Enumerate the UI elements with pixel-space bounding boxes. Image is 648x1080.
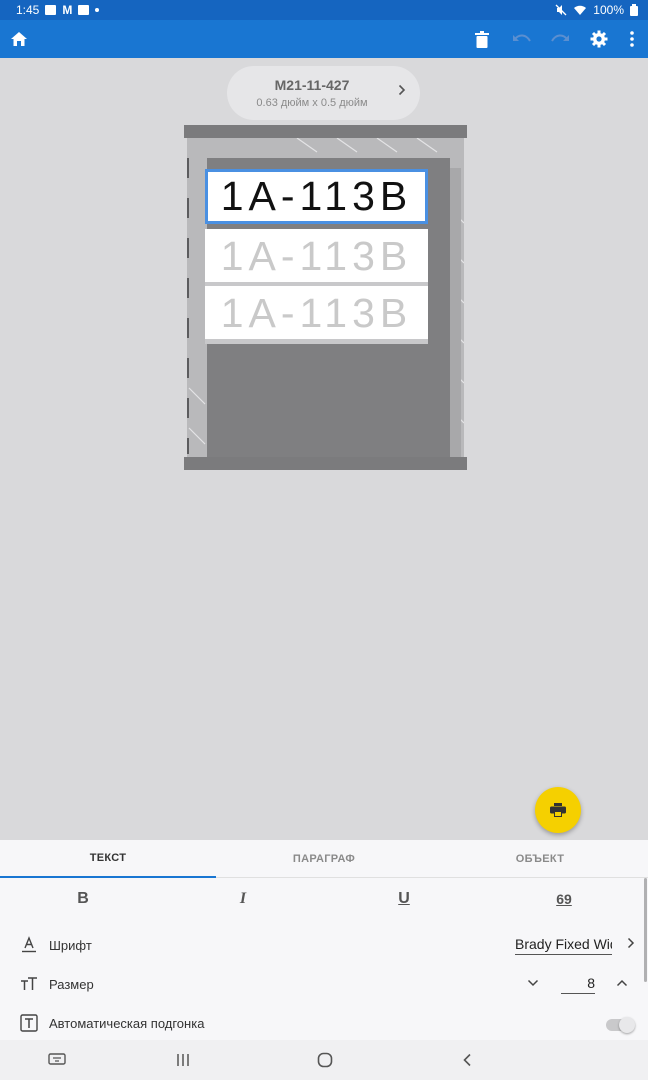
size-label: Размер xyxy=(49,977,94,992)
home-icon xyxy=(11,32,27,46)
trash-icon xyxy=(475,30,489,48)
sleeve-text: 1A-113B xyxy=(220,173,413,219)
keyboard-icon xyxy=(48,1053,66,1065)
sleeve-label-3[interactable]: 1A-113B xyxy=(205,286,428,341)
size-input[interactable]: 8 xyxy=(561,975,595,994)
chevron-right-icon xyxy=(627,937,635,949)
font-icon xyxy=(22,936,36,953)
home-circle-icon xyxy=(317,1052,333,1068)
print-icon xyxy=(550,803,566,817)
chevron-right-icon xyxy=(398,84,406,96)
image-icon xyxy=(78,5,90,15)
settings-button[interactable] xyxy=(581,20,617,58)
size-row: Размер 8 xyxy=(0,965,648,1003)
system-nav-bar xyxy=(0,1040,648,1080)
overflow-menu-button[interactable] xyxy=(614,20,648,58)
gear-icon xyxy=(590,30,608,48)
status-time: 1:45 xyxy=(16,3,40,17)
autofit-icon xyxy=(20,1014,38,1032)
recents-button[interactable] xyxy=(171,1049,195,1071)
scrollbar[interactable] xyxy=(644,878,647,982)
mute-icon xyxy=(555,4,567,16)
keyboard-toggle-button[interactable] xyxy=(45,1049,69,1071)
more-vert-icon xyxy=(630,31,634,47)
battery-icon xyxy=(630,4,638,16)
toggle-knob xyxy=(619,1017,635,1033)
chevron-up-icon[interactable] xyxy=(616,979,628,987)
battery-percent: 100% xyxy=(593,3,624,17)
notification-dot-icon xyxy=(95,8,100,12)
autofit-toggle[interactable] xyxy=(606,1017,635,1033)
font-label: Шрифт xyxy=(49,938,92,953)
redo-button[interactable] xyxy=(542,20,578,58)
back-button[interactable] xyxy=(455,1049,479,1071)
sleeve-label-2[interactable]: 1A-113B xyxy=(205,229,428,284)
sleeve-divider xyxy=(205,339,428,344)
underline-button[interactable]: U xyxy=(389,888,419,910)
sleeve-label-1[interactable]: 1A-113B xyxy=(205,169,428,224)
status-bar: 1:45 M 100% xyxy=(0,0,648,20)
italic-button[interactable]: I xyxy=(228,888,258,910)
serialize-button[interactable]: 69 xyxy=(549,888,579,910)
cartridge-side-strip xyxy=(449,168,461,463)
tab-paragraph[interactable]: ПАРАГРАФ xyxy=(216,840,432,878)
chevron-down-icon[interactable] xyxy=(527,979,539,987)
home-button[interactable] xyxy=(1,20,37,58)
autofit-row: Автоматическая подгонка xyxy=(0,1004,648,1042)
home-nav-button[interactable] xyxy=(313,1049,337,1071)
tab-object[interactable]: ОБЪЕКТ xyxy=(432,840,648,878)
delete-button[interactable] xyxy=(464,20,500,58)
gmail-icon: M xyxy=(62,3,73,17)
recents-icon xyxy=(177,1054,189,1066)
bold-button[interactable]: B xyxy=(68,888,98,910)
tab-bar: ТЕКСТ ПАРАГРАФ ОБЪЕКТ xyxy=(0,840,648,878)
label-name: M21-11-427 xyxy=(274,77,350,93)
back-icon xyxy=(463,1053,471,1067)
undo-button[interactable] xyxy=(504,20,540,58)
formatting-toolbar: B I U 69 xyxy=(0,878,648,920)
label-selector[interactable]: M21-11-427 0.63 дюйм x 0.5 дюйм xyxy=(227,66,420,120)
autofit-label: Автоматическая подгонка xyxy=(49,1016,205,1031)
text-size-icon xyxy=(21,977,37,990)
sleeve-text: 1A-113B xyxy=(220,233,413,279)
label-cartridge-preview: 1A-113B 1A-113B 1A-113B xyxy=(184,125,467,470)
label-dimensions: 0.63 дюйм x 0.5 дюйм xyxy=(256,97,368,109)
wifi-icon xyxy=(574,5,587,15)
cartridge-top-bar xyxy=(184,125,467,138)
cartridge-bottom-bar xyxy=(184,457,467,470)
gallery-icon xyxy=(45,5,57,15)
app-bar xyxy=(0,20,648,58)
font-value[interactable]: Brady Fixed Width xyxy=(515,936,612,955)
sleeve-text: 1A-113B xyxy=(220,290,413,336)
redo-icon xyxy=(551,34,569,42)
properties-panel: ТЕКСТ ПАРАГРАФ ОБЪЕКТ B I U 69 Шрифт Bra… xyxy=(0,840,648,1040)
print-button[interactable] xyxy=(535,787,581,833)
undo-icon xyxy=(513,34,531,42)
font-row[interactable]: Шрифт Brady Fixed Width xyxy=(0,926,648,964)
tab-text[interactable]: ТЕКСТ xyxy=(0,840,216,878)
